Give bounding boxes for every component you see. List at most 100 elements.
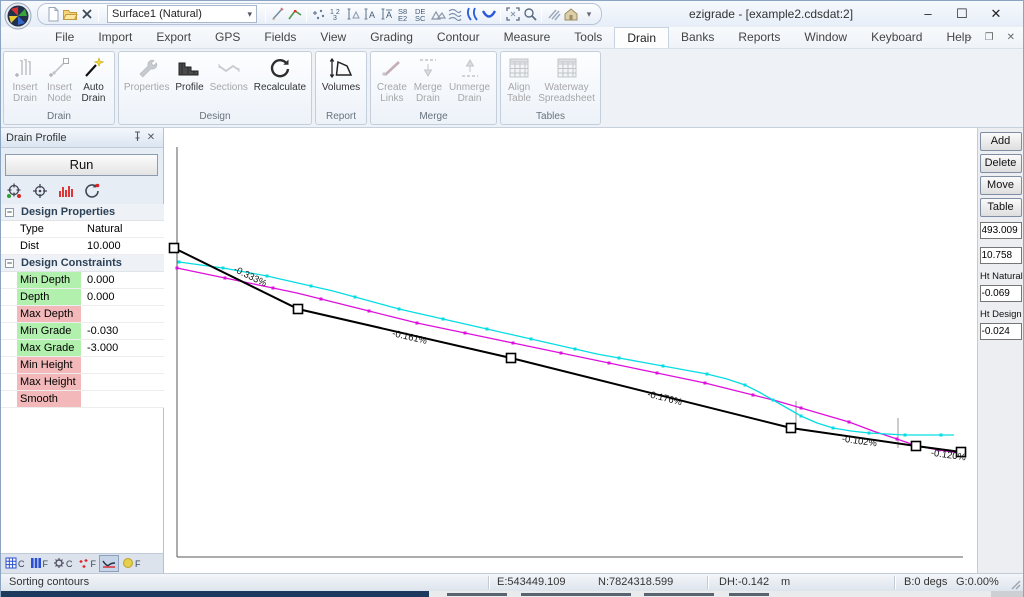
surface-selector-dropdown[interactable]: Surface1 (Natural) ▾: [107, 5, 257, 23]
menu-tab-contour[interactable]: Contour: [425, 27, 492, 48]
cyan-natural-surface-line-marker: [904, 434, 907, 437]
draw-line-icon[interactable]: [269, 6, 286, 23]
ht-design-field[interactable]: [980, 323, 1022, 340]
toolbar-overflow-button[interactable]: ▾: [583, 9, 595, 20]
ribbon-button-recalculate[interactable]: Recalculate: [253, 53, 307, 94]
panel-bottom-tabs: CFCFF: [1, 553, 163, 573]
menu-tab-export[interactable]: Export: [144, 27, 203, 48]
profile-settings-icon[interactable]: [4, 181, 24, 200]
gear-icon: [53, 557, 65, 571]
section-header-design-constraints[interactable]: −Design Constraints: [1, 255, 164, 272]
menu-tab-import[interactable]: Import: [86, 27, 144, 48]
property-value-smooth[interactable]: [81, 391, 164, 407]
menu-tab-measure[interactable]: Measure: [492, 27, 563, 48]
point-labels-a-icon[interactable]: A: [361, 6, 378, 23]
menu-tab-tools[interactable]: Tools: [562, 27, 614, 48]
mdi-close-button[interactable]: ✕: [1007, 27, 1015, 49]
panel-close-icon[interactable]: ✕: [144, 132, 158, 143]
panel-tab-gear[interactable]: C: [51, 555, 75, 572]
menu-tab-reports[interactable]: Reports: [726, 27, 792, 48]
run-button[interactable]: Run: [5, 154, 158, 176]
section-labels-icon[interactable]: S8E2: [395, 6, 412, 23]
table-button[interactable]: Table: [980, 198, 1022, 217]
point-labels-e-icon[interactable]: A: [378, 6, 395, 23]
ribbon-button-profile[interactable]: Profile: [174, 53, 204, 94]
height-labels-icon[interactable]: [344, 6, 361, 23]
property-value-dist[interactable]: 10.000: [81, 238, 164, 254]
menu-bar: FileImportExportGPSFieldsViewGradingCont…: [1, 27, 1023, 49]
panel-tab-columns[interactable]: F: [28, 555, 51, 572]
property-value-min-depth[interactable]: 0.000: [81, 272, 164, 288]
property-value-max-depth[interactable]: [81, 306, 164, 322]
panel-tab-profile-curve[interactable]: [99, 555, 119, 572]
triangulate-icon[interactable]: [429, 6, 446, 23]
toolbar-separator: [500, 7, 501, 22]
delete-node-button[interactable]: Delete: [980, 154, 1022, 173]
cyan-natural-surface-line-marker: [618, 357, 621, 360]
zoom-extents-icon[interactable]: [504, 6, 521, 23]
menu-tab-gps[interactable]: GPS: [203, 27, 252, 48]
menu-tab-drain[interactable]: Drain: [614, 27, 669, 48]
cyan-natural-surface-line-marker: [744, 384, 747, 387]
property-value-max-height[interactable]: [81, 374, 164, 390]
pin-icon[interactable]: [130, 131, 144, 145]
design-node-marker: [912, 442, 921, 451]
point-numbers-icon[interactable]: 1 23: [327, 6, 344, 23]
ribbon-button-insert-drain: Insert Drain: [11, 53, 38, 104]
insert-points-icon[interactable]: [310, 6, 327, 23]
panel-tab-surface[interactable]: F: [120, 555, 143, 572]
close-file-icon[interactable]: [78, 6, 95, 23]
property-value-depth[interactable]: 0.000: [81, 289, 164, 305]
open-file-icon[interactable]: [61, 6, 78, 23]
flow-lines-icon[interactable]: [463, 6, 480, 23]
maximize-button[interactable]: ☐: [945, 1, 979, 27]
ht-natural-field[interactable]: [980, 285, 1022, 302]
chainage-field[interactable]: [980, 222, 1022, 239]
cyan-natural-surface-line-marker: [398, 308, 401, 311]
property-value-type[interactable]: Natural: [81, 221, 164, 237]
histogram-icon[interactable]: [56, 181, 76, 200]
section-header-design-properties[interactable]: −Design Properties: [1, 204, 164, 221]
cyan-natural-surface-line: [179, 262, 954, 435]
menu-tab-fields[interactable]: Fields: [252, 27, 308, 48]
menu-tab-keyboard[interactable]: Keyboard: [859, 27, 934, 48]
resize-grip[interactable]: [1009, 578, 1021, 590]
ribbon-button-auto-drain[interactable]: Auto Drain: [80, 53, 106, 104]
profile-curve-icon: [102, 557, 116, 571]
reset-rotation-icon[interactable]: [82, 181, 102, 200]
profile-chart-area[interactable]: -0.333%-0.161%-0.176%-0.102%-0.120%: [164, 128, 979, 573]
contours-icon[interactable]: [446, 6, 463, 23]
hatch-icon[interactable]: [545, 6, 562, 23]
move-node-button[interactable]: Move: [980, 176, 1022, 195]
menu-tab-grading[interactable]: Grading: [358, 27, 425, 48]
collapse-icon[interactable]: −: [5, 259, 14, 268]
menu-tab-banks[interactable]: Banks: [669, 27, 726, 48]
add-node-button[interactable]: Add: [980, 132, 1022, 151]
center-target-icon[interactable]: [30, 181, 50, 200]
titlebar: Surface1 (Natural) ▾ 1 23AAS8E2DESC ▾ ez…: [1, 1, 1023, 27]
new-file-icon[interactable]: [44, 6, 61, 23]
zoom-window-icon[interactable]: [521, 6, 538, 23]
svg-text:3: 3: [333, 15, 337, 22]
height-field[interactable]: [980, 247, 1022, 264]
minimize-button[interactable]: –: [911, 1, 945, 27]
property-value-min-grade[interactable]: -0.030: [81, 323, 164, 339]
mdi-restore-button[interactable]: ❐: [985, 27, 994, 49]
property-value-max-grade[interactable]: -3.000: [81, 340, 164, 356]
profile-chart[interactable]: -0.333%-0.161%-0.176%-0.102%-0.120%: [164, 128, 979, 573]
collapse-icon[interactable]: −: [5, 208, 14, 217]
menu-tab-view[interactable]: View: [308, 27, 358, 48]
mdi-minimize-button[interactable]: –: [966, 27, 972, 49]
property-grid: −Design PropertiesTypeNaturalDist10.000−…: [1, 204, 164, 408]
menu-tab-file[interactable]: File: [43, 27, 86, 48]
home-icon[interactable]: [562, 6, 579, 23]
draw-polyline-icon[interactable]: [286, 6, 303, 23]
descriptor-labels-icon[interactable]: DESC: [412, 6, 429, 23]
waterway-icon[interactable]: [480, 6, 497, 23]
panel-tab-points[interactable]: F: [76, 555, 99, 572]
menu-tab-window[interactable]: Window: [792, 27, 859, 48]
close-button[interactable]: ✕: [979, 1, 1013, 27]
property-value-min-height[interactable]: [81, 357, 164, 373]
panel-tab-grid-table[interactable]: C: [3, 555, 27, 572]
ribbon-button-volumes[interactable]: Volumes: [321, 53, 361, 94]
